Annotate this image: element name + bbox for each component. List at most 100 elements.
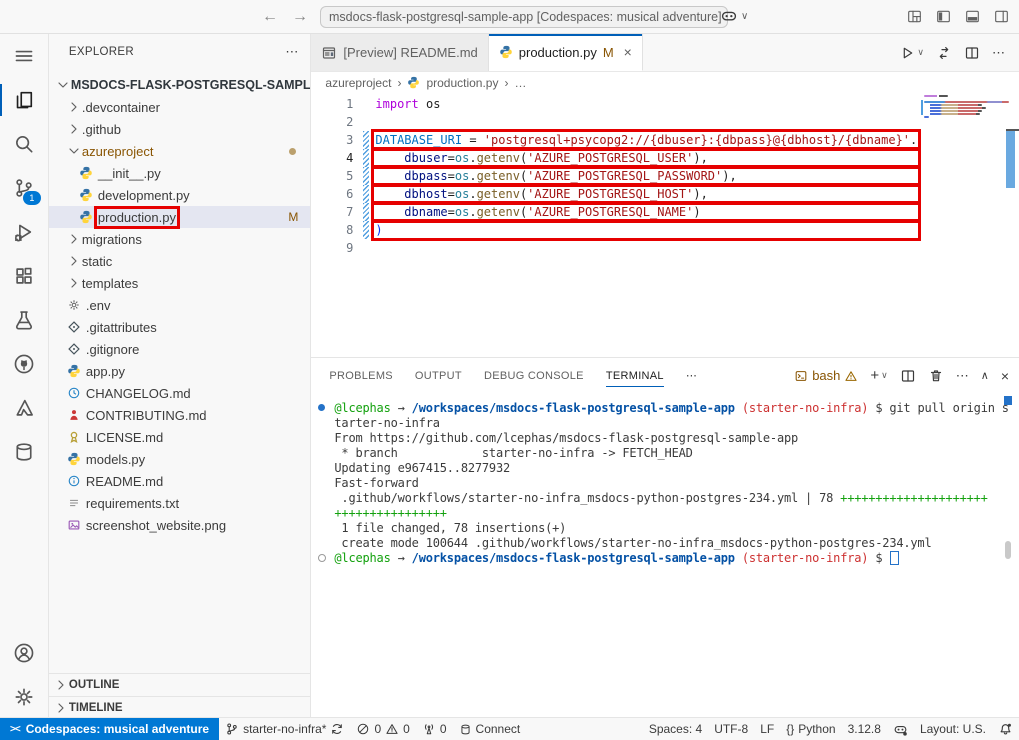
terminal-shell-item[interactable]: bash [794, 368, 858, 383]
remote-indicator[interactable]: >< Codespaces: musical adventure [0, 718, 219, 740]
tree-item-readme-md[interactable]: README.md [49, 470, 310, 492]
tree-item-static[interactable]: static [49, 250, 310, 272]
tab-terminal[interactable]: TERMINAL [606, 358, 664, 393]
activity-source-control[interactable]: 1 [0, 166, 48, 210]
accounts-button[interactable] [0, 631, 48, 675]
eol-status-item[interactable]: LF [754, 718, 780, 740]
command-decoration-filled[interactable] [318, 404, 325, 411]
tree-item-github[interactable]: .github [49, 118, 310, 140]
code-line-4[interactable]: 4 dbuser=os.getenv('AZURE_POSTGRESQL_USE… [311, 149, 921, 167]
tree-item-templates[interactable]: templates [49, 272, 310, 294]
nav-back-button[interactable]: ← [262, 8, 278, 26]
warnings-count: 0 [403, 722, 410, 736]
new-terminal-button[interactable]: + ∨ [870, 367, 887, 384]
explorer-more-actions[interactable]: ⋯ [285, 44, 298, 60]
tab-problems[interactable]: PROBLEMS [329, 358, 393, 393]
nav-forward-button[interactable]: → [292, 8, 308, 26]
terminal-view[interactable]: @lcephas → /workspaces/msdocs-flask-post… [311, 393, 1019, 719]
code-line-3[interactable]: 3DATABASE_URI = 'postgresql+psycopg2://{… [311, 131, 921, 149]
customize-layout-icon[interactable] [907, 9, 922, 24]
keyboard-layout-status-item[interactable]: Layout: U.S. [914, 718, 992, 740]
outline-section-header[interactable]: OUTLINE [49, 673, 310, 696]
language-status-item[interactable]: {} Python [780, 718, 841, 740]
command-center[interactable]: msdocs-flask-postgresql-sample-app [Code… [320, 6, 728, 28]
maximize-panel-icon[interactable]: ∧ [981, 369, 989, 382]
tree-item-app-py[interactable]: app.py [49, 360, 310, 382]
activity-extensions[interactable] [0, 254, 48, 298]
command-decoration-hollow[interactable] [318, 554, 326, 562]
code-line-5[interactable]: 5 dbpass=os.getenv('AZURE_POSTGRESQL_PAS… [311, 167, 921, 185]
code-line-7[interactable]: 7 dbname=os.getenv('AZURE_POSTGRESQL_NAM… [311, 203, 921, 221]
run-python-file-button[interactable]: ∨ [899, 45, 924, 61]
tree-item-migrations[interactable]: migrations [49, 228, 310, 250]
split-terminal-icon[interactable] [900, 368, 916, 384]
encoding-status-item[interactable]: UTF-8 [708, 718, 754, 740]
tab-debug-console[interactable]: DEBUG CONSOLE [484, 358, 584, 393]
activity-run-debug[interactable] [0, 210, 48, 254]
tree-item-contributing-md[interactable]: CONTRIBUTING.md [49, 404, 310, 426]
tree-item-models-py[interactable]: models.py [49, 448, 310, 470]
tree-item-gitignore[interactable]: .gitignore [49, 338, 310, 360]
panel-more-tabs[interactable]: ⋯ [686, 358, 697, 393]
code-line-1[interactable]: 1import os [311, 95, 921, 113]
problems-status-item[interactable]: 0 0 [350, 718, 415, 740]
editor-scrollbar[interactable] [1006, 131, 1015, 188]
toggle-panel-icon[interactable] [965, 9, 980, 24]
panel-header: PROBLEMS OUTPUT DEBUG CONSOLE TERMINAL ⋯… [311, 358, 1019, 393]
tree-item-env[interactable]: .env [49, 294, 310, 316]
python-version-status-item[interactable]: 3.12.8 [842, 718, 887, 740]
tab-output[interactable]: OUTPUT [415, 358, 462, 393]
tree-item-label: CONTRIBUTING.md [86, 408, 207, 423]
code-line-8[interactable]: 8) [311, 221, 921, 239]
tree-item-msdocs-flask-postgresql-sample[interactable]: MSDOCS-FLASK-POSTGRESQL-SAMPLE-... [49, 74, 310, 96]
trash-icon[interactable] [928, 368, 944, 384]
menu-button[interactable] [0, 34, 48, 78]
activity-azure[interactable] [0, 386, 48, 430]
tree-item-changelog-md[interactable]: CHANGELOG.md [49, 382, 310, 404]
ports-status-item[interactable]: 0 [416, 718, 453, 740]
tree-item-gitattributes[interactable]: .gitattributes [49, 316, 310, 338]
sync-icon [330, 722, 344, 736]
tree-item-production-py[interactable]: production.pyM [49, 206, 310, 228]
settings-button[interactable] [0, 675, 48, 719]
tree-item-requirements-txt[interactable]: requirements.txt [49, 492, 310, 514]
tab-readme-preview[interactable]: [Preview] README.md [311, 34, 488, 71]
split-editor-icon[interactable] [964, 45, 980, 61]
tree-item-license-md[interactable]: LICENSE.md [49, 426, 310, 448]
line-number: 7 [311, 205, 353, 219]
code-line-9[interactable]: 9 [311, 239, 921, 257]
tree-item-devcontainer[interactable]: .devcontainer [49, 96, 310, 118]
activity-database[interactable] [0, 430, 48, 474]
activity-testing[interactable] [0, 298, 48, 342]
close-tab-icon[interactable]: × [624, 44, 632, 60]
code-editor[interactable]: 1import os23DATABASE_URI = 'postgresql+p… [311, 93, 1019, 357]
code-line-2[interactable]: 2 [311, 113, 921, 131]
breadcrumb-file[interactable]: production.py [426, 76, 498, 90]
tree-item-azureproject[interactable]: azureproject [49, 140, 310, 162]
toggle-secondary-sidebar-icon[interactable] [994, 9, 1009, 24]
braces-icon: {} [786, 722, 794, 736]
connect-status-item[interactable]: Connect [453, 718, 527, 740]
tree-item-init-py[interactable]: __init__.py [49, 162, 310, 184]
close-panel-icon[interactable]: × [1001, 368, 1009, 384]
open-changes-icon[interactable] [936, 45, 952, 61]
copilot-status-item[interactable] [887, 718, 914, 740]
activity-github[interactable] [0, 342, 48, 386]
tree-item-screenshot-website-png[interactable]: screenshot_website.png [49, 514, 310, 536]
indentation-status-item[interactable]: Spaces: 4 [643, 718, 708, 740]
copilot-menu-button[interactable]: ∨ [720, 5, 748, 27]
tree-item-development-py[interactable]: development.py [49, 184, 310, 206]
code-line-6[interactable]: 6 dbhost=os.getenv('AZURE_POSTGRESQL_HOS… [311, 185, 921, 203]
toggle-primary-sidebar-icon[interactable] [936, 9, 951, 24]
minimap[interactable] [921, 93, 1011, 357]
activity-search[interactable] [0, 122, 48, 166]
tab-production-py[interactable]: production.py M × [489, 34, 643, 71]
branch-status-item[interactable]: starter-no-infra* [219, 718, 350, 740]
activity-explorer[interactable] [0, 78, 48, 122]
breadcrumb-folder[interactable]: azureproject [325, 76, 391, 90]
editor-more-actions[interactable]: ⋯ [992, 45, 1005, 61]
timeline-section-header[interactable]: TIMELINE [49, 696, 310, 719]
notifications-bell[interactable] [992, 718, 1019, 740]
breadcrumb-symbol[interactable]: … [514, 76, 526, 90]
panel-more-actions[interactable]: ⋯ [956, 368, 969, 384]
